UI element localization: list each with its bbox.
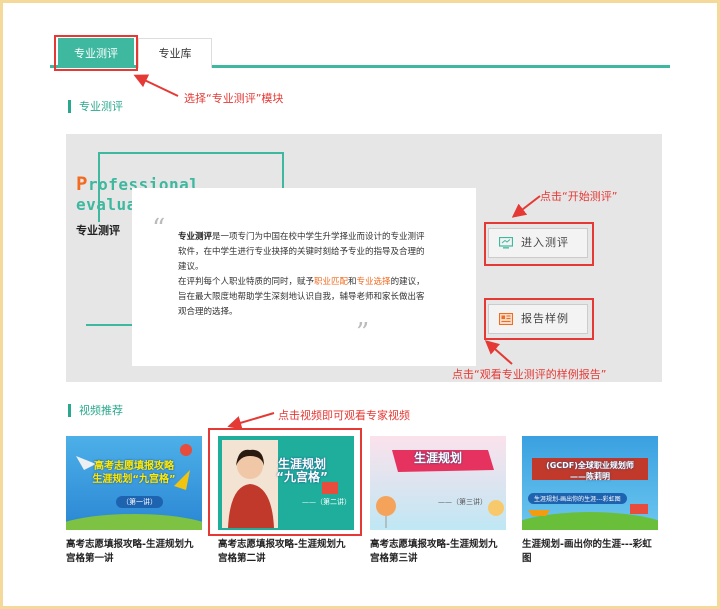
annotation-arrows	[133, 74, 541, 430]
